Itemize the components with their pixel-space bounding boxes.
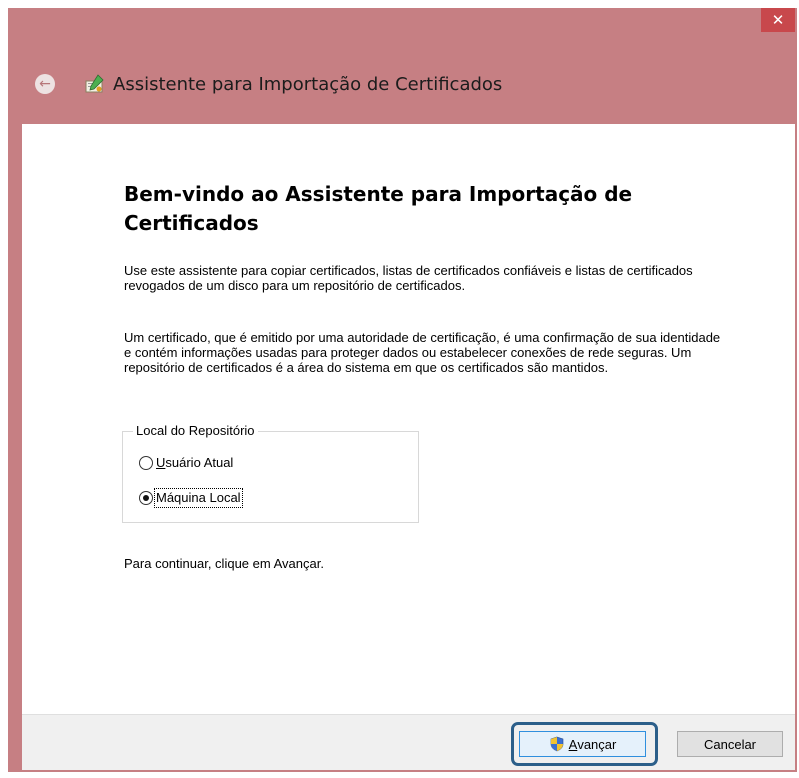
store-location-legend: Local do Repositório	[133, 423, 258, 439]
close-icon: ✕	[771, 11, 785, 29]
wizard-window: ✕ ← Assistente para Importação de Certif…	[8, 8, 797, 772]
next-button[interactable]: Avançar	[519, 731, 646, 757]
close-button[interactable]: ✕	[761, 8, 795, 32]
wizard-content: Bem-vindo ao Assistente para Importação …	[22, 124, 795, 714]
continue-hint: Para continuar, clique em Avançar.	[124, 556, 324, 571]
radio-button-current-user[interactable]	[139, 456, 153, 470]
store-location-group: Local do Repositório Usuário Atual Máqui…	[122, 423, 419, 523]
window-title: Assistente para Importação de Certificad…	[113, 74, 503, 95]
radio-label-local-machine[interactable]: Máquina Local	[154, 488, 243, 508]
cancel-button[interactable]: Cancelar	[677, 731, 783, 757]
label-text: suário Atual	[165, 455, 234, 470]
accelerator-key: U	[156, 455, 166, 470]
next-label: vançar	[577, 736, 617, 752]
back-button[interactable]: ←	[35, 74, 55, 94]
label-text: Máquina Local	[156, 490, 241, 505]
radio-local-machine[interactable]: Máquina Local	[139, 488, 243, 508]
uac-shield-icon	[550, 736, 563, 752]
next-accelerator: A	[568, 736, 578, 752]
intro-text: Use este assistente para copiar certific…	[124, 263, 693, 293]
radio-current-user[interactable]: Usuário Atual	[139, 453, 233, 473]
description-text: Um certificado, que é emitido por uma au…	[124, 330, 721, 375]
certificate-wizard-icon	[85, 74, 104, 93]
radio-button-local-machine[interactable]	[139, 491, 153, 505]
radio-label-current-user[interactable]: Usuário Atual	[156, 455, 233, 471]
back-arrow-icon: ←	[39, 76, 51, 92]
welcome-heading: Bem-vindo ao Assistente para Importação …	[124, 182, 633, 235]
button-bar: Avançar Cancelar	[22, 714, 795, 770]
